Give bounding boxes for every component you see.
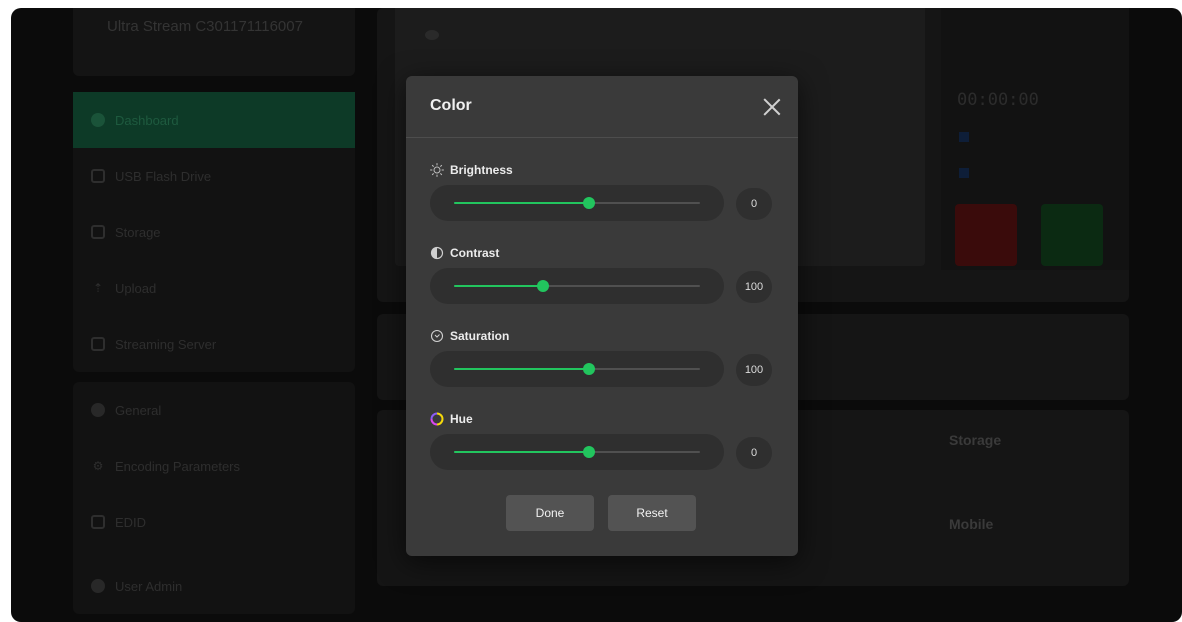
device-header: Ultra Stream C301171116007 xyxy=(73,8,355,76)
sidebar-item-label: User Admin xyxy=(115,578,183,594)
sidebar-item-label: Encoding Parameters xyxy=(115,458,241,474)
storage-icon xyxy=(91,225,105,239)
slider-fill xyxy=(454,285,543,287)
sidebar-item-streaming-server[interactable]: Streaming Server xyxy=(73,316,355,372)
sidebar-item-label: USB Flash Drive xyxy=(115,168,212,184)
dashboard-icon xyxy=(91,113,105,127)
saturation-slider[interactable] xyxy=(430,351,724,387)
sidebar-item-label: Streaming Server xyxy=(115,336,217,352)
hue-control: Hue 0 xyxy=(406,411,798,481)
contrast-value[interactable]: 100 xyxy=(736,271,772,303)
contrast-control: Contrast 100 xyxy=(406,245,798,315)
indicator-icon xyxy=(959,132,969,142)
stop-button[interactable] xyxy=(955,204,1017,266)
dialog-header: Color xyxy=(406,76,798,138)
sidebar-item-dashboard[interactable]: Dashboard xyxy=(73,92,355,148)
user-icon xyxy=(91,579,105,593)
contrast-icon xyxy=(430,246,444,260)
upload-icon: ⇡ xyxy=(92,281,104,295)
edid-icon xyxy=(91,515,105,529)
saturation-value[interactable]: 100 xyxy=(736,354,772,386)
indicator-icon xyxy=(959,168,969,178)
saturation-label-row: Saturation xyxy=(430,328,509,344)
slider-track xyxy=(454,280,700,292)
slider-thumb[interactable] xyxy=(537,280,549,292)
contrast-label: Contrast xyxy=(450,246,500,260)
sidebar-item-label: General xyxy=(115,402,162,418)
brightness-slider[interactable] xyxy=(430,185,724,221)
saturation-control: Saturation 100 xyxy=(406,328,798,398)
slider-track xyxy=(454,197,700,209)
hue-slider[interactable] xyxy=(430,434,724,470)
slider-thumb[interactable] xyxy=(583,446,595,458)
contrast-label-row: Contrast xyxy=(430,245,499,261)
storage-label: Storage xyxy=(949,432,1002,448)
saturation-icon xyxy=(430,329,444,343)
app-window: Ultra Stream C301171116007 Dashboard USB… xyxy=(11,8,1182,622)
nav-primary: Dashboard USB Flash Drive Storage ⇡ Uplo… xyxy=(73,92,355,372)
encoding-icon: ⚙ xyxy=(92,459,104,473)
brightness-label: Brightness xyxy=(450,163,513,177)
hue-label-row: Hue xyxy=(430,411,473,427)
sidebar-item-user-admin[interactable]: User Admin xyxy=(73,558,355,614)
sidebar-item-edid[interactable]: EDID xyxy=(73,494,355,550)
slider-fill xyxy=(454,451,589,453)
sidebar-item-upload[interactable]: ⇡ Upload xyxy=(73,260,355,316)
reset-button[interactable]: Reset xyxy=(608,495,696,531)
brightness-value[interactable]: 0 xyxy=(736,188,772,220)
sidebar-item-usb-flash-drive[interactable]: USB Flash Drive xyxy=(73,148,355,204)
slider-track xyxy=(454,363,700,375)
hue-icon xyxy=(430,412,444,426)
sidebar-item-label: Storage xyxy=(115,224,161,240)
sidebar-item-label: Upload xyxy=(115,280,157,296)
eye-icon[interactable] xyxy=(425,30,439,40)
hue-label: Hue xyxy=(450,412,473,426)
slider-track xyxy=(454,446,700,458)
hue-value[interactable]: 0 xyxy=(736,437,772,469)
close-button[interactable] xyxy=(760,95,784,119)
dialog-title: Color xyxy=(430,97,472,114)
sidebar-item-label: Dashboard xyxy=(115,112,179,128)
sidebar-item-storage[interactable]: Storage xyxy=(73,204,355,260)
device-name: Ultra Stream C301171116007 xyxy=(107,18,303,35)
brightness-label-row: Brightness xyxy=(430,162,513,178)
slider-thumb[interactable] xyxy=(583,197,595,209)
done-button[interactable]: Done xyxy=(506,495,594,531)
mobile-label: Mobile xyxy=(949,516,994,532)
recording-panel: 00:00:00 xyxy=(941,8,1129,270)
start-button[interactable] xyxy=(1041,204,1103,266)
color-dialog: Color Brightness 0 Contrast 100 Saturati… xyxy=(406,76,798,556)
sidebar-item-label: EDID xyxy=(115,514,147,530)
contrast-slider[interactable] xyxy=(430,268,724,304)
slider-fill xyxy=(454,202,589,204)
nav-secondary: General ⚙ Encoding Parameters EDID User … xyxy=(73,382,355,614)
timer-display: 00:00:00 xyxy=(957,90,1039,110)
sidebar-item-general[interactable]: General xyxy=(73,382,355,438)
gear-icon xyxy=(91,403,105,417)
slider-fill xyxy=(454,368,589,370)
sidebar-item-encoding-parameters[interactable]: ⚙ Encoding Parameters xyxy=(73,438,355,494)
saturation-label: Saturation xyxy=(450,329,510,343)
brightness-icon xyxy=(430,163,444,177)
slider-thumb[interactable] xyxy=(583,363,595,375)
server-icon xyxy=(91,337,105,351)
brightness-control: Brightness 0 xyxy=(406,162,798,232)
usb-icon xyxy=(91,169,105,183)
